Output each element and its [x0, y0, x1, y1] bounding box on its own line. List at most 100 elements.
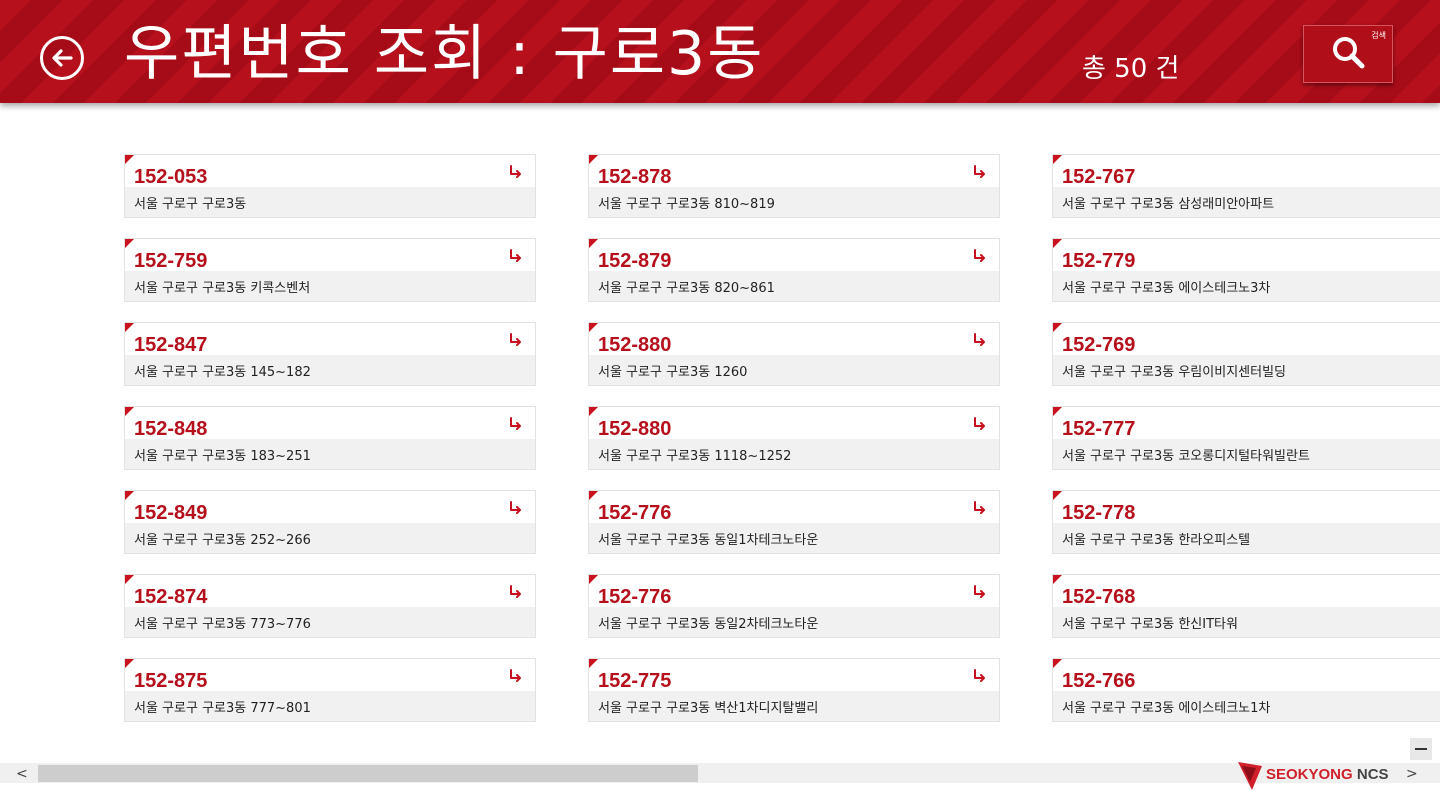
search-button-label: 검색 — [1371, 31, 1386, 40]
postal-code: 152-875 — [134, 670, 208, 692]
card-corner-marker — [589, 323, 598, 332]
postal-code: 152-879 — [598, 250, 672, 272]
result-card[interactable]: 152-880 서울 구로구 구로3동 1118~1252 — [588, 406, 1000, 470]
address-text: 서울 구로구 구로3동 코오롱디지털타워빌란트 — [1062, 449, 1310, 464]
postal-code: 152-768 — [1062, 586, 1136, 608]
result-card[interactable]: 152-053 서울 구로구 구로3동 — [124, 154, 536, 218]
go-arrow-icon[interactable] — [971, 500, 987, 516]
card-corner-marker — [1053, 155, 1062, 164]
go-arrow-icon[interactable] — [971, 584, 987, 600]
search-button[interactable]: 검색 — [1303, 25, 1393, 83]
address-text: 서울 구로구 구로3동 252~266 — [134, 533, 311, 548]
postal-code: 152-778 — [1062, 502, 1136, 524]
card-corner-marker — [1053, 239, 1062, 248]
go-arrow-icon[interactable] — [507, 416, 523, 432]
result-card[interactable]: 152-769 서울 구로구 구로3동 우림이비지센터빌딩 — [1052, 322, 1440, 386]
address-text: 서울 구로구 구로3동 1118~1252 — [598, 449, 792, 464]
result-card[interactable]: 152-776 서울 구로구 구로3동 동일2차테크노타운 — [588, 574, 1000, 638]
app-header: 우편번호 조회 : 구로3동 총 50 건 검색 — [0, 0, 1440, 103]
result-card[interactable]: 152-776 서울 구로구 구로3동 동일1차테크노타운 — [588, 490, 1000, 554]
arrow-left-icon — [52, 49, 73, 67]
result-card[interactable]: 152-775 서울 구로구 구로3동 벽산1차디지탈밸리 — [588, 658, 1000, 722]
postal-code: 152-776 — [598, 586, 672, 608]
address-text: 서울 구로구 구로3동 우림이비지센터빌딩 — [1062, 365, 1286, 380]
page-title: 우편번호 조회 : 구로3동 — [124, 19, 765, 89]
postal-code: 152-880 — [598, 418, 672, 440]
logo-suffix: NCS — [1356, 766, 1389, 783]
card-corner-marker — [1053, 659, 1062, 668]
result-grid: 152-053 서울 구로구 구로3동 152-878 서울 구로구 구로3동 810… — [124, 154, 1440, 722]
postal-code: 152-880 — [598, 334, 672, 356]
card-corner-marker — [589, 491, 598, 500]
result-card[interactable]: 152-779 서울 구로구 구로3동 에이스테크노3차 — [1052, 238, 1440, 302]
go-arrow-icon[interactable] — [507, 584, 523, 600]
result-card[interactable]: 152-880 서울 구로구 구로3동 1260 — [588, 322, 1000, 386]
go-arrow-icon[interactable] — [507, 248, 523, 264]
go-arrow-icon[interactable] — [507, 668, 523, 684]
logo-mark-icon — [1238, 762, 1262, 790]
scroll-left-arrow[interactable]: < — [16, 766, 28, 782]
scrollbar-thumb[interactable] — [38, 765, 698, 782]
go-arrow-icon[interactable] — [971, 332, 987, 348]
go-arrow-icon[interactable] — [507, 164, 523, 180]
postal-code: 152-779 — [1062, 250, 1136, 272]
address-text: 서울 구로구 구로3동 810~819 — [598, 197, 775, 212]
address-text: 서울 구로구 구로3동 — [134, 197, 247, 212]
card-corner-marker — [125, 659, 134, 668]
card-corner-marker — [125, 407, 134, 416]
address-text: 서울 구로구 구로3동 145~182 — [134, 365, 311, 380]
result-card[interactable]: 152-767 서울 구로구 구로3동 삼성래미안아파트 — [1052, 154, 1440, 218]
result-card[interactable]: 152-759 서울 구로구 구로3동 키콕스벤처 — [124, 238, 536, 302]
address-text: 서울 구로구 구로3동 183~251 — [134, 449, 311, 464]
go-arrow-icon[interactable] — [971, 416, 987, 432]
result-card[interactable]: 152-879 서울 구로구 구로3동 820~861 — [588, 238, 1000, 302]
postal-code: 152-766 — [1062, 670, 1136, 692]
postal-code: 152-767 — [1062, 166, 1136, 188]
postal-code: 152-847 — [134, 334, 208, 356]
postal-code: 152-878 — [598, 166, 672, 188]
result-card[interactable]: 152-878 서울 구로구 구로3동 810~819 — [588, 154, 1000, 218]
address-text: 서울 구로구 구로3동 773~776 — [134, 617, 311, 632]
go-arrow-icon[interactable] — [971, 164, 987, 180]
result-card[interactable]: 152-847 서울 구로구 구로3동 145~182 — [124, 322, 536, 386]
logo-brand: SEOKYONG — [1266, 766, 1353, 783]
address-text: 서울 구로구 구로3동 에이스테크노3차 — [1062, 281, 1271, 296]
postal-code: 152-848 — [134, 418, 208, 440]
card-corner-marker — [589, 659, 598, 668]
address-text: 서울 구로구 구로3동 동일2차테크노타운 — [598, 617, 819, 632]
back-button[interactable] — [40, 36, 84, 80]
search-icon — [1333, 37, 1365, 69]
card-corner-marker — [1053, 407, 1062, 416]
go-arrow-icon[interactable] — [507, 500, 523, 516]
address-text: 서울 구로구 구로3동 777~801 — [134, 701, 311, 716]
result-card[interactable]: 152-777 서울 구로구 구로3동 코오롱디지털타워빌란트 — [1052, 406, 1440, 470]
result-card[interactable]: 152-848 서울 구로구 구로3동 183~251 — [124, 406, 536, 470]
result-card[interactable]: 152-849 서울 구로구 구로3동 252~266 — [124, 490, 536, 554]
postal-code: 152-759 — [134, 250, 208, 272]
result-count: 총 50 건 — [1082, 54, 1180, 84]
postal-code: 152-775 — [598, 670, 672, 692]
result-card[interactable]: 152-778 서울 구로구 구로3동 한라오피스텔 — [1052, 490, 1440, 554]
postal-code: 152-849 — [134, 502, 208, 524]
card-corner-marker — [125, 239, 134, 248]
postal-code: 152-777 — [1062, 418, 1136, 440]
scroll-right-arrow[interactable]: > — [1406, 766, 1418, 782]
minimize-button[interactable] — [1410, 738, 1432, 760]
card-corner-marker — [1053, 491, 1062, 500]
result-card[interactable]: 152-874 서울 구로구 구로3동 773~776 — [124, 574, 536, 638]
result-card[interactable]: 152-768 서울 구로구 구로3동 한신IT타워 — [1052, 574, 1440, 638]
address-text: 서울 구로구 구로3동 한신IT타워 — [1062, 617, 1238, 632]
logo-text: SEOKYONG NCS — [1266, 766, 1389, 783]
card-corner-marker — [125, 491, 134, 500]
result-card[interactable]: 152-766 서울 구로구 구로3동 에이스테크노1차 — [1052, 658, 1440, 722]
card-corner-marker — [589, 155, 598, 164]
company-logo: SEOKYONG NCS — [1236, 758, 1389, 792]
card-corner-marker — [1053, 323, 1062, 332]
go-arrow-icon[interactable] — [971, 248, 987, 264]
postal-code: 152-874 — [134, 586, 208, 608]
go-arrow-icon[interactable] — [507, 332, 523, 348]
card-corner-marker — [589, 239, 598, 248]
card-corner-marker — [125, 155, 134, 164]
result-card[interactable]: 152-875 서울 구로구 구로3동 777~801 — [124, 658, 536, 722]
go-arrow-icon[interactable] — [971, 668, 987, 684]
